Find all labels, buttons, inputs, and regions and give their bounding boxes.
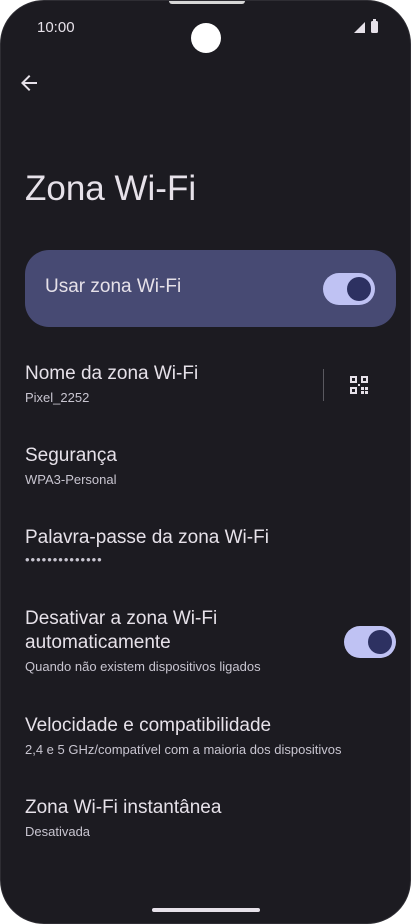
setting-security[interactable]: Segurança WPA3-Personal bbox=[25, 444, 117, 487]
status-time: 10:00 bbox=[37, 19, 75, 36]
use-hotspot-toggle[interactable] bbox=[323, 273, 375, 305]
toggle-thumb bbox=[347, 277, 371, 301]
setting-title-line2: automaticamente bbox=[25, 632, 171, 653]
status-bar: 10:00 bbox=[1, 1, 410, 57]
setting-subtitle: 2,4 e 5 GHz/compatível com a maioria dos… bbox=[25, 742, 342, 757]
back-button[interactable] bbox=[17, 71, 41, 95]
qr-code-icon bbox=[350, 376, 368, 394]
setting-subtitle: WPA3-Personal bbox=[25, 472, 117, 487]
home-indicator[interactable] bbox=[152, 908, 260, 912]
setting-instant-hotspot[interactable]: Zona Wi-Fi instantânea Desativada bbox=[25, 796, 221, 839]
setting-title: Nome da zona Wi-Fi bbox=[25, 363, 199, 384]
use-hotspot-label: Usar zona Wi-Fi bbox=[45, 276, 182, 297]
setting-auto-disable[interactable]: Desativar a zona Wi-Fi automaticamente Q… bbox=[25, 607, 325, 674]
setting-subtitle: Pixel_2252 bbox=[25, 390, 90, 405]
setting-hotspot-name[interactable]: Nome da zona Wi-Fi Pixel_2252 bbox=[25, 362, 198, 405]
setting-title: Zona Wi-Fi instantânea bbox=[25, 797, 222, 818]
use-hotspot-card[interactable]: Usar zona Wi-Fi bbox=[25, 250, 396, 327]
battery-icon bbox=[371, 19, 378, 33]
setting-title-line1: Desativar a zona Wi-Fi bbox=[25, 608, 218, 629]
setting-title: Velocidade e compatibilidade bbox=[25, 715, 272, 736]
setting-password[interactable]: Palavra-passe da zona Wi-Fi ••••••••••••… bbox=[25, 526, 269, 567]
setting-subtitle: Quando não existem dispositivos ligados bbox=[25, 659, 261, 674]
setting-subtitle: Desativada bbox=[25, 824, 91, 839]
toggle-thumb bbox=[368, 630, 392, 654]
vertical-divider bbox=[323, 369, 324, 401]
qr-code-button[interactable] bbox=[349, 375, 369, 395]
setting-title: Segurança bbox=[25, 445, 117, 466]
signal-icon bbox=[354, 21, 365, 33]
page-title: Zona Wi-Fi bbox=[25, 169, 197, 208]
camera-cutout bbox=[191, 23, 221, 53]
password-dots: •••••••••••••• bbox=[25, 552, 103, 567]
phone-screen: 10:00 Zona Wi-Fi Usar zona Wi-Fi Nome da… bbox=[0, 0, 411, 924]
arrow-back-icon bbox=[21, 75, 37, 91]
auto-disable-toggle[interactable] bbox=[344, 626, 396, 658]
setting-speed-compatibility[interactable]: Velocidade e compatibilidade 2,4 e 5 GHz… bbox=[25, 714, 341, 757]
setting-title: Palavra-passe da zona Wi-Fi bbox=[25, 527, 269, 548]
status-icons bbox=[354, 19, 378, 33]
top-notch bbox=[169, 1, 245, 4]
